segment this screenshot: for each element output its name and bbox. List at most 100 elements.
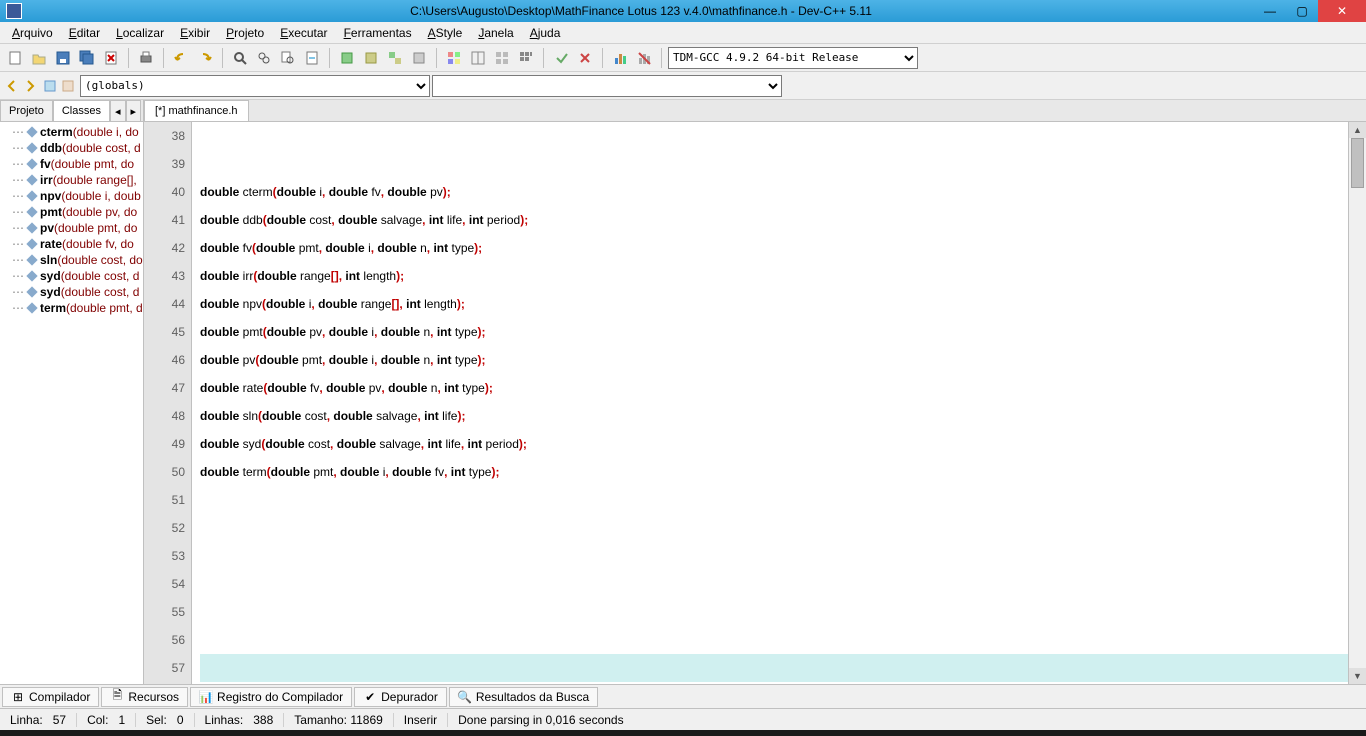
compile-run-button[interactable] [384, 47, 406, 69]
code-line[interactable]: double syd(double cost, double salvage, … [200, 430, 1348, 458]
menu-astyle[interactable]: AStyle [420, 24, 471, 42]
class-tree-item-pv[interactable]: ⋯pv (double pmt, do [0, 220, 143, 236]
scrollbar-thumb[interactable] [1351, 138, 1364, 188]
find-in-files-button[interactable] [277, 47, 299, 69]
code-area[interactable]: double cterm(double i, double fv, double… [192, 122, 1348, 684]
close-button[interactable]: ✕ [1318, 0, 1366, 22]
code-editor[interactable]: 3839404142434445464748495051525354555657… [144, 122, 1366, 684]
replace-button[interactable] [253, 47, 275, 69]
class-tree[interactable]: ⋯cterm (double i, do⋯ddb (double cost, d… [0, 122, 143, 684]
menubar: ArquivoEditarLocalizarExibirProjetoExecu… [0, 22, 1366, 44]
code-line[interactable]: double pv(double pmt, double i, double n… [200, 346, 1348, 374]
tab-nav-left[interactable]: ◂ [110, 100, 126, 121]
goto-bookmark-button[interactable] [467, 47, 489, 69]
compiler-select[interactable]: TDM-GCC 4.9.2 64-bit Release [668, 47, 918, 69]
menu-editar[interactable]: Editar [61, 24, 108, 42]
insert-button[interactable] [42, 78, 58, 94]
code-line[interactable]: double pmt(double pv, double i, double n… [200, 318, 1348, 346]
bottom-tab-depurador[interactable]: ✔Depurador [354, 687, 447, 707]
class-tree-item-ddb[interactable]: ⋯ddb (double cost, d [0, 140, 143, 156]
code-line[interactable]: double fv(double pmt, double i, double n… [200, 234, 1348, 262]
redo-button[interactable] [194, 47, 216, 69]
code-line[interactable]: double irr(double range[], int length); [200, 262, 1348, 290]
scroll-down-arrow[interactable]: ▼ [1349, 668, 1366, 684]
toggle-bookmark-button[interactable] [443, 47, 465, 69]
forward-button[interactable] [22, 78, 38, 94]
menu-janela[interactable]: Janela [470, 24, 521, 42]
compile-button[interactable] [336, 47, 358, 69]
print-button[interactable] [135, 47, 157, 69]
editor-tab-mathfinance[interactable]: [*] mathfinance.h [144, 100, 249, 121]
code-line[interactable] [200, 654, 1348, 682]
toolbar-separator [661, 48, 662, 68]
stop-button[interactable] [574, 47, 596, 69]
debug-button[interactable] [550, 47, 572, 69]
profile-button[interactable] [609, 47, 631, 69]
member-select[interactable] [432, 75, 782, 97]
class-tree-item-cterm[interactable]: ⋯cterm (double i, do [0, 124, 143, 140]
tab-projeto[interactable]: Projeto [0, 100, 53, 121]
menu-arquivo[interactable]: Arquivo [4, 24, 61, 42]
scope-select[interactable]: (globals) [80, 75, 430, 97]
save-all-button[interactable] [76, 47, 98, 69]
code-line[interactable]: double npv(double i, double range[], int… [200, 290, 1348, 318]
menu-localizar[interactable]: Localizar [108, 24, 172, 42]
bottom-tab-registro-do-compilador[interactable]: 📊Registro do Compilador [190, 687, 352, 707]
bottom-tab-recursos[interactable]: 🗎Recursos [101, 687, 188, 707]
find-button[interactable] [229, 47, 251, 69]
code-line[interactable] [200, 570, 1348, 598]
status-mode: Inserir [394, 713, 448, 727]
code-line[interactable] [200, 542, 1348, 570]
tab-classes[interactable]: Classes [53, 100, 110, 121]
scroll-up-arrow[interactable]: ▲ [1349, 122, 1366, 138]
class-tree-item-fv[interactable]: ⋯fv (double pmt, do [0, 156, 143, 172]
window-list-button[interactable] [491, 47, 513, 69]
code-line[interactable] [200, 486, 1348, 514]
menu-exibir[interactable]: Exibir [172, 24, 218, 42]
code-line[interactable]: double sln(double cost, double salvage, … [200, 402, 1348, 430]
remove-profile-button[interactable] [633, 47, 655, 69]
class-tree-item-term[interactable]: ⋯term (double pmt, d [0, 300, 143, 316]
code-line[interactable] [200, 598, 1348, 626]
menu-executar[interactable]: Executar [272, 24, 335, 42]
class-tree-item-pmt[interactable]: ⋯pmt (double pv, do [0, 204, 143, 220]
open-file-button[interactable] [28, 47, 50, 69]
menu-ferramentas[interactable]: Ferramentas [336, 24, 420, 42]
status-line: Linha: 57 [0, 713, 77, 727]
back-button[interactable] [4, 78, 20, 94]
class-tree-item-rate[interactable]: ⋯rate (double fv, do [0, 236, 143, 252]
code-line[interactable]: double term(double pmt, double i, double… [200, 458, 1348, 486]
code-line[interactable] [200, 626, 1348, 654]
code-line[interactable] [200, 150, 1348, 178]
vertical-scrollbar[interactable]: ▲ ▼ [1348, 122, 1366, 684]
menu-ajuda[interactable]: Ajuda [522, 24, 569, 42]
code-line[interactable]: double ddb(double cost, double salvage, … [200, 206, 1348, 234]
goto-line-button[interactable] [301, 47, 323, 69]
toggle-button[interactable] [60, 78, 76, 94]
bottom-tab-compilador[interactable]: ⊞Compilador [2, 687, 99, 707]
class-tree-item-syd[interactable]: ⋯syd (double cost, d [0, 268, 143, 284]
class-tree-item-npv[interactable]: ⋯npv (double i, doub [0, 188, 143, 204]
new-file-button[interactable] [4, 47, 26, 69]
bottom-tab-resultados-da-busca[interactable]: 🔍Resultados da Busca [449, 687, 598, 707]
code-line[interactable]: double cterm(double i, double fv, double… [200, 178, 1348, 206]
class-tree-item-irr[interactable]: ⋯irr (double range[], [0, 172, 143, 188]
class-tree-item-syd[interactable]: ⋯syd (double cost, d [0, 284, 143, 300]
toolbar-separator [329, 48, 330, 68]
status-sel: Sel: 0 [136, 713, 194, 727]
grid-button[interactable] [515, 47, 537, 69]
tab-nav-right[interactable]: ▸ [126, 100, 142, 121]
window-title: C:\Users\Augusto\Desktop\MathFinance Lot… [28, 4, 1254, 18]
close-file-button[interactable] [100, 47, 122, 69]
code-line[interactable]: double rate(double fv, double pv, double… [200, 374, 1348, 402]
rebuild-button[interactable] [408, 47, 430, 69]
run-button[interactable] [360, 47, 382, 69]
maximize-button[interactable]: ▢ [1286, 0, 1318, 22]
undo-button[interactable] [170, 47, 192, 69]
save-button[interactable] [52, 47, 74, 69]
code-line[interactable] [200, 514, 1348, 542]
minimize-button[interactable]: — [1254, 0, 1286, 22]
menu-projeto[interactable]: Projeto [218, 24, 272, 42]
class-tree-item-sln[interactable]: ⋯sln (double cost, do [0, 252, 143, 268]
code-line[interactable] [200, 122, 1348, 150]
